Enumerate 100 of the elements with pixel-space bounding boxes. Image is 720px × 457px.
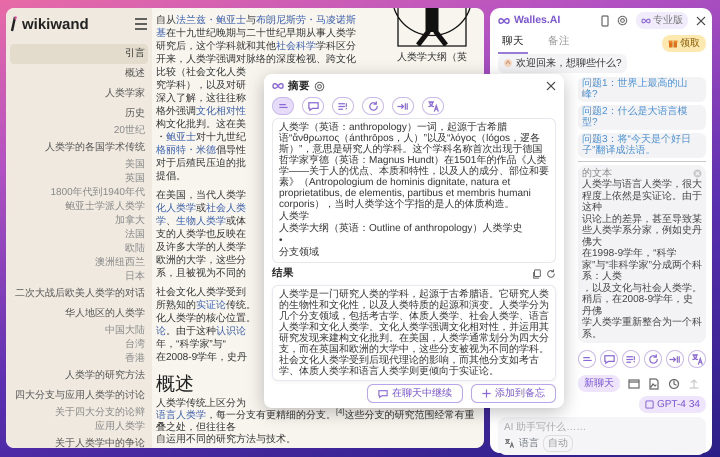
toc-item[interactable]: 引言 bbox=[10, 44, 148, 64]
article-line: 比较（社会文化人类 bbox=[156, 66, 246, 79]
tool-button[interactable] bbox=[362, 97, 384, 116]
toc-item[interactable]: 人类学的各国学术传统 bbox=[10, 138, 148, 158]
toc-item[interactable]: 人类学的研究方法 bbox=[10, 366, 148, 386]
refresh-icon bbox=[646, 352, 660, 366]
article-link[interactable]: 社会科学 bbox=[276, 41, 316, 52]
article-line: 开来，人类学强调对脉络的深度检视、跨文化 bbox=[156, 53, 356, 66]
article-line: 学、生物人类学或体 bbox=[156, 215, 246, 228]
tool-button[interactable] bbox=[302, 97, 324, 116]
toc-subitem[interactable]: 中国大陆 bbox=[10, 324, 148, 338]
toc-subitem[interactable]: 台湾 bbox=[10, 338, 148, 352]
chat-tab[interactable]: 备注 bbox=[544, 33, 574, 54]
article-link[interactable]: 文化相对性 bbox=[196, 106, 246, 117]
article-line: 研究后，这个学科就和其他社会科学学科区分 bbox=[156, 40, 356, 53]
article-line: 年，“科学家”与“ bbox=[156, 338, 226, 351]
article-line: 对于后殖民压迫的批 bbox=[156, 157, 246, 170]
article-link[interactable]: 布朗尼斯劳・马凌诺斯 bbox=[256, 15, 356, 26]
toc-subitem[interactable]: 澳洲纽西兰 bbox=[10, 256, 148, 270]
new-chat-button[interactable]: 新聊天 bbox=[578, 375, 620, 392]
settings-icon[interactable] bbox=[617, 15, 628, 26]
tool-button[interactable] bbox=[422, 97, 444, 116]
suggested-question[interactable]: 问题3：将“今天是个好日子”翻译成法语。 bbox=[578, 132, 706, 158]
continue-in-chat-button[interactable]: 在聊天中继续 bbox=[367, 384, 463, 403]
tool-button[interactable] bbox=[272, 97, 294, 116]
tool-button[interactable] bbox=[332, 97, 354, 116]
toc-item[interactable]: 概述 bbox=[10, 64, 148, 84]
toc-subitem[interactable]: 应用人类学 bbox=[10, 420, 148, 434]
toolbar-button[interactable] bbox=[628, 378, 640, 390]
suggested-question[interactable]: 问题2：什么是大语言模型? bbox=[578, 104, 706, 130]
toc-item[interactable]: 华人地区的人类学 bbox=[10, 304, 148, 324]
source-text: 人类学 bbox=[279, 211, 310, 222]
tool-button[interactable] bbox=[644, 350, 662, 368]
menu-icon[interactable] bbox=[134, 18, 148, 30]
article-link[interactable]: 法兰兹・鲍亚士 bbox=[176, 15, 246, 26]
add-to-notes-button[interactable]: 添加到备忘 bbox=[471, 384, 556, 403]
tool-button[interactable] bbox=[688, 350, 706, 368]
toc-subitem[interactable]: 美国 bbox=[10, 158, 148, 172]
model-button[interactable]: GPT-4 34 bbox=[638, 396, 706, 414]
suggested-question[interactable]: 问题1：世界上最高的山峰? bbox=[578, 76, 706, 102]
brand-name: Walles.AI bbox=[514, 12, 560, 28]
toc-subitem[interactable]: 20世纪 bbox=[10, 124, 148, 138]
article-line: 支的人类学也反映在 bbox=[156, 228, 246, 241]
toolbar-button[interactable] bbox=[648, 378, 660, 390]
toolbar-button[interactable] bbox=[668, 378, 680, 390]
article-link[interactable]: 学 bbox=[156, 216, 166, 227]
article-link[interactable]: 认识论 bbox=[216, 326, 246, 337]
selected-text: ，以及文化与社会人类学。稍后，在2008-9学年，史丹佛 bbox=[582, 282, 702, 317]
toc-subitem[interactable]: 欧陆 bbox=[10, 242, 148, 256]
article-line: 及许多大学的人类学 bbox=[156, 241, 246, 254]
close-icon[interactable] bbox=[546, 81, 556, 92]
toc-item[interactable]: 二次大战后欧美人类学的对话 bbox=[10, 284, 148, 304]
chat-bubble-icon bbox=[306, 100, 320, 113]
article-link[interactable]: 语言人类学 bbox=[156, 410, 206, 421]
toc-subitem[interactable]: 1800年代到1940年代 bbox=[10, 186, 148, 200]
toc-subitem[interactable]: 英国 bbox=[10, 172, 148, 186]
translate-icon bbox=[504, 438, 515, 450]
article-line: 欧洲的大学，这些分 bbox=[156, 254, 246, 267]
selected-text: 人类学与语言人类学，很大程度上依然是实证论。由于这种 bbox=[582, 179, 702, 214]
toc-subitem[interactable]: 法国 bbox=[10, 228, 148, 242]
copy-icon[interactable] bbox=[532, 269, 542, 280]
claim-button[interactable]: 领取 bbox=[662, 34, 706, 52]
message-input[interactable]: AI 助手写什么…… 语言 自动 bbox=[498, 417, 706, 456]
toc-item[interactable]: 人类学家 bbox=[10, 84, 148, 104]
plus-icon bbox=[482, 389, 491, 398]
tool-button[interactable] bbox=[578, 350, 596, 368]
article-link[interactable]: 鲍亚士 bbox=[166, 132, 196, 143]
article-link[interactable]: 论 bbox=[156, 326, 166, 337]
article-link[interactable]: 基 bbox=[156, 28, 166, 39]
close-icon[interactable] bbox=[696, 16, 706, 26]
tool-button[interactable] bbox=[600, 350, 618, 368]
model-count: 34 bbox=[688, 398, 700, 412]
article-link[interactable]: 化人类学 bbox=[156, 203, 196, 214]
toc-item[interactable]: 历史 bbox=[10, 104, 148, 124]
toc-subitem[interactable]: 鲍亚士学派人类学 bbox=[10, 200, 148, 214]
toc-subitem[interactable]: 关于四大分支的论辩 bbox=[10, 406, 148, 420]
article-link[interactable]: 格丽特・米德 bbox=[156, 145, 216, 156]
toc-item[interactable]: 四大分支与应用人类学的讨论 bbox=[10, 386, 148, 406]
toc-subitem[interactable]: 香港 bbox=[10, 352, 148, 366]
toc-subitem[interactable]: 日本 bbox=[10, 270, 148, 284]
article-link[interactable]: 社会人类 bbox=[206, 203, 246, 214]
article-link[interactable]: 实证论 bbox=[196, 300, 226, 311]
toc-item[interactable]: 关于人类学中的争论 bbox=[10, 434, 148, 448]
section-heading: 概述 bbox=[156, 372, 194, 396]
tool-button[interactable] bbox=[392, 97, 414, 116]
translate-icon bbox=[426, 100, 440, 113]
tool-button[interactable] bbox=[666, 350, 684, 368]
tool-button[interactable] bbox=[622, 350, 640, 368]
toc-subitem[interactable]: 加拿大 bbox=[10, 214, 148, 228]
article-line: 格外强调文化相对性 bbox=[156, 105, 246, 118]
selected-text: 识论上的差异，甚至导致某些人类学系分家，例如史丹佛大 bbox=[582, 214, 702, 248]
selected-text: 在1998-9学年，“科学家”与“非科学家”分成两个科系：人类 bbox=[582, 248, 702, 282]
settings-icon[interactable] bbox=[314, 80, 325, 92]
refresh-icon[interactable] bbox=[546, 269, 556, 280]
article-line: 论。由于这种认识论 bbox=[156, 325, 246, 338]
phone-icon[interactable] bbox=[601, 14, 609, 26]
greeting-message: 欢迎回来，想聊些什么? bbox=[498, 54, 627, 73]
image-file-icon bbox=[648, 378, 660, 390]
article-link[interactable]: 生物人类学 bbox=[176, 216, 226, 227]
source-text: • bbox=[279, 235, 284, 246]
